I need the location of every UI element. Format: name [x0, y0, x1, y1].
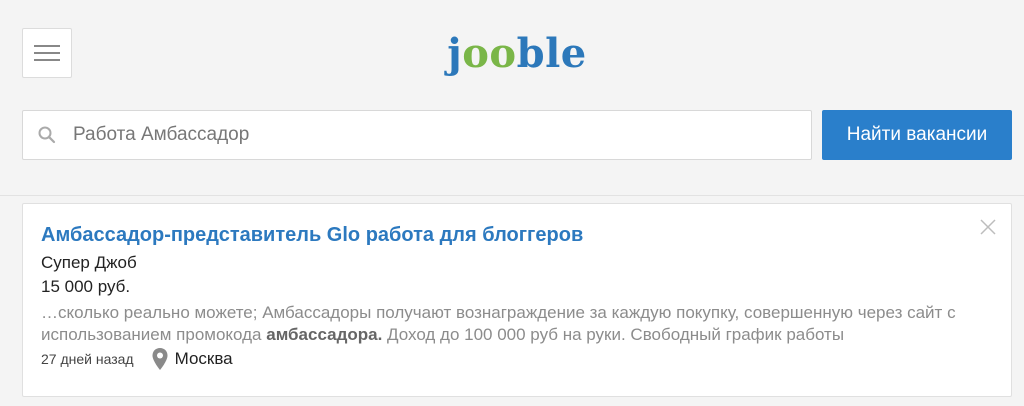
find-jobs-button[interactable]: Найти вакансии	[822, 110, 1012, 160]
search-box	[22, 110, 812, 160]
job-snippet: …сколько реально можете; Амбассадоры пол…	[41, 303, 956, 344]
snippet-highlight: амбассадора.	[266, 325, 383, 344]
search-icon	[38, 126, 56, 144]
job-title-link[interactable]: Амбассадор-представитель Glo работа для …	[41, 224, 583, 247]
close-icon[interactable]	[979, 218, 997, 236]
company-name: Супер Джоб	[41, 253, 137, 272]
jooble-logo[interactable]: jooble	[0, 30, 1024, 77]
job-location: Москва	[174, 349, 233, 368]
map-pin-icon	[152, 348, 168, 370]
posted-date: 27 дней назад	[41, 351, 134, 367]
job-card[interactable]: Амбассадор-представитель Glo работа для …	[22, 203, 1012, 397]
job-meta: 27 дней назад Москва	[41, 347, 233, 371]
salary: 15 000 руб.	[41, 277, 131, 296]
search-input[interactable]	[73, 111, 811, 159]
page-header: jooble Найти вакансии	[0, 0, 1024, 196]
